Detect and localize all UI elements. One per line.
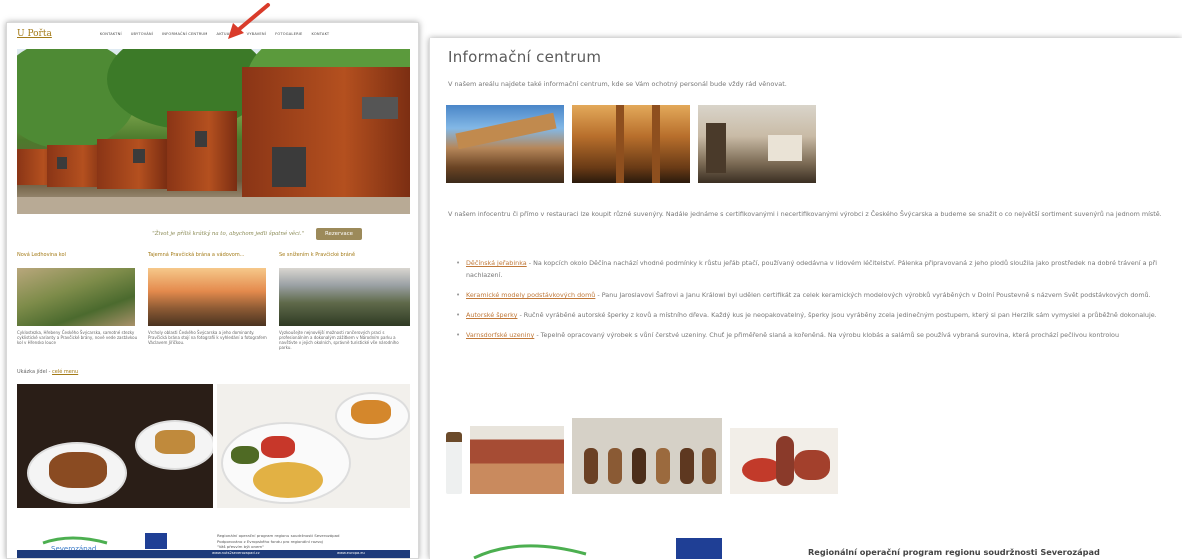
food-photo-1 (17, 384, 213, 508)
list-item: Keramické modely podstávkových domů - Pa… (456, 289, 1171, 301)
product-photos (446, 418, 838, 494)
website-thumbnail: U Pořta KONTAKTNÍ UBYTOVÁNÍ INFORMAČNÍ C… (6, 22, 419, 559)
menu-item-fotogalerie[interactable]: FOTOGALERIE (275, 32, 302, 36)
thumbnail-navbar: U Pořta KONTAKTNÍ UBYTOVÁNÍ INFORMAČNÍ C… (7, 23, 418, 45)
photo-wooden-roof[interactable] (446, 105, 564, 183)
motto-quote: "Život je příliš krátký na to, abychom j… (152, 231, 305, 237)
news-photo-arch (279, 268, 410, 326)
quote-row: "Život je příliš krátký na to, abychom j… (17, 226, 410, 242)
page-title: Informační centrum (448, 48, 602, 66)
reservation-button[interactable]: Rezervace (316, 228, 362, 240)
link-keramicke-modely[interactable]: Keramické modely podstávkových domů (466, 291, 595, 299)
severozapad-wave-logo (473, 544, 587, 559)
photo-wooden-interior[interactable] (572, 105, 690, 183)
souvenir-paragraph: V našem infocentru či přímo v restauraci… (448, 210, 1162, 218)
info-centre-photos (446, 105, 816, 183)
news-photo-sunset (148, 268, 266, 326)
main-menu: KONTAKTNÍ UBYTOVÁNÍ INFORMAČNÍ CENTRUM A… (100, 32, 329, 36)
menu-item-kontaktni[interactable]: KONTAKTNÍ (100, 32, 122, 36)
dishes-label: Ukázka jídel - (17, 369, 51, 375)
photo-shop-interior[interactable] (698, 105, 816, 183)
link-autorske-sperky[interactable]: Autorské šperky (466, 311, 517, 319)
souvenir-list: Děčínská jeřabinka - Na kopcích okolo Dě… (456, 257, 1171, 349)
menu-item-kontakt[interactable]: KONTAKT (312, 32, 330, 36)
news-column-2: Tajemná Pravčická brána a vádovom... Vrc… (148, 252, 273, 345)
menu-item-ubytovani[interactable]: UBYTOVÁNÍ (131, 32, 153, 36)
hero-photo-cabins (17, 49, 410, 214)
footer-link-nuts[interactable]: www.nuts2severozapad.cz (212, 551, 260, 555)
footer-link-bar: www.nuts2severozapad.cz www.europa.eu (17, 550, 410, 558)
list-item: Autorské šperky - Ručně vyráběné autorsk… (456, 309, 1171, 321)
full-menu-link[interactable]: celé menu (52, 369, 78, 375)
list-item: Děčínská jeřabinka - Na kopcích okolo Dě… (456, 257, 1171, 281)
info-centre-page: Informační centrum V našem areálu najdet… (429, 38, 1182, 559)
eu-flag-icon (676, 538, 722, 559)
news-column-1: Nová Ledhovina kol Cyklostezka, Hřebeny … (17, 252, 142, 345)
site-logo[interactable]: U Pořta (17, 29, 52, 39)
link-decinska-jerabinka[interactable]: Děčínská jeřabinka (466, 259, 527, 267)
footer-program-title: Regionální operační program regionu soud… (808, 547, 1100, 557)
red-arrow-icon (228, 3, 270, 39)
news-column-3: Se snížením k Pravčické bráně Vyzkoušejt… (279, 252, 410, 350)
intro-text: V našem areálu najdete také informační c… (448, 80, 787, 88)
menu-item-informacni-centrum[interactable]: INFORMAČNÍ CENTRUM (162, 32, 208, 36)
photo-sausages[interactable] (730, 428, 838, 494)
dishes-heading: Ukázka jídel - celé menu (17, 369, 78, 375)
news-title-3[interactable]: Se snížením k Pravčické bráně (279, 252, 404, 266)
photo-ceramic-house[interactable] (470, 426, 564, 494)
photo-wooden-pendants[interactable] (572, 418, 722, 494)
photo-liquor-bottle[interactable] (446, 432, 462, 494)
food-photo-2 (217, 384, 410, 508)
news-text-1: Cyklostezka, Hřebeny Českého Švýcarska, … (17, 330, 138, 345)
list-item: Varnsdorfské uzeniny - Tepelně opracovan… (456, 329, 1171, 341)
news-photo-rocks (17, 268, 135, 326)
eu-flag-icon (145, 533, 167, 549)
news-text-3: Vyzkoušejte nejnovější možnosti rančerov… (279, 330, 399, 350)
link-varnsdorfske-uzeniny[interactable]: Varnsdorfské uzeniny (466, 331, 534, 339)
news-title-1[interactable]: Nová Ledhovina kol (17, 252, 142, 266)
news-title-2[interactable]: Tajemná Pravčická brána a vádovom... (148, 252, 273, 266)
footer-link-europa[interactable]: www.europa.eu (337, 551, 365, 555)
footer-program-text: Regionální operační program regionu soud… (217, 533, 340, 549)
news-text-2: Vrcholy oblasti Českého Švýcarska a jeho… (148, 330, 267, 345)
